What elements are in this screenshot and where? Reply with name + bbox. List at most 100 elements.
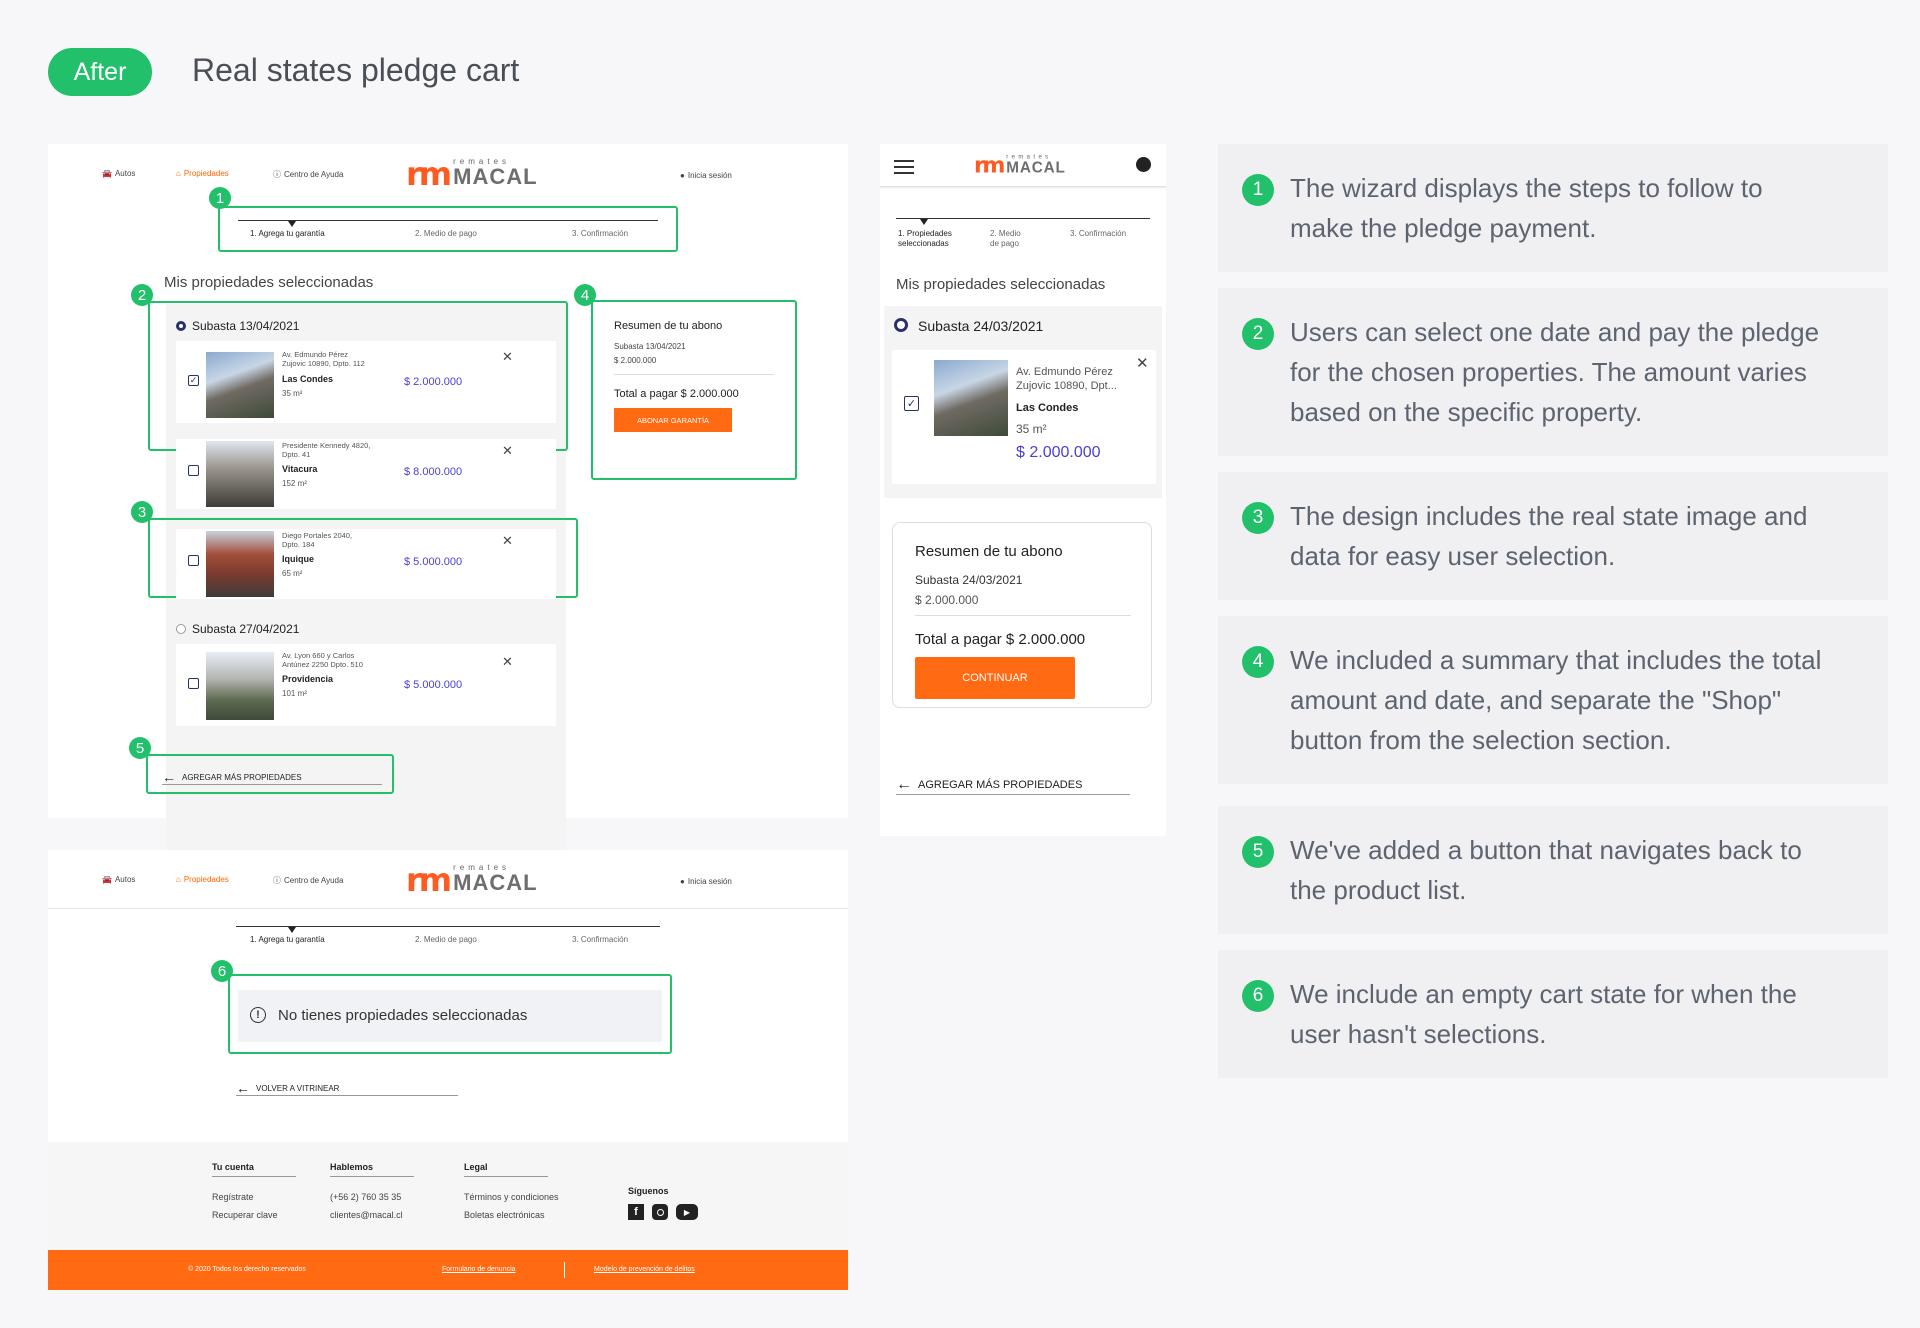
section-title: Mis propiedades seleccionadas xyxy=(164,274,374,291)
logo-mark: rm xyxy=(406,155,452,193)
auction-radio-2[interactable] xyxy=(176,624,186,634)
nav-ayuda[interactable]: ⓘ Centro de Ayuda xyxy=(273,875,343,886)
step-3: 3. Confirmación xyxy=(572,935,629,944)
note-line: The wizard displays the steps to follow … xyxy=(1290,173,1763,203)
nav-propiedades-label: Propiedades xyxy=(183,875,229,884)
back-to-catalog-link[interactable]: ← VOLVER A VITRINEAR xyxy=(236,1080,339,1096)
footer-divider xyxy=(212,1176,296,1177)
macal-logo[interactable]: rm remates MACAL xyxy=(974,153,1066,179)
logo-mark: rm xyxy=(974,153,1005,179)
note-line: amount and date, and separate the "Shop" xyxy=(1290,685,1782,715)
note-6: 6 We include an empty cart state for whe… xyxy=(1218,950,1888,1078)
property-city: Las Condes xyxy=(1016,402,1079,414)
instagram-icon[interactable] xyxy=(652,1204,668,1220)
nav-autos[interactable]: 🚘 Autos xyxy=(102,875,135,884)
auction-radio-1[interactable] xyxy=(176,321,186,331)
step-2-line-1: 2. Medio xyxy=(990,229,1021,238)
facebook-icon[interactable]: f xyxy=(628,1204,644,1220)
nav-propiedades[interactable]: ⌂ Propiedades xyxy=(176,875,229,884)
property-card-1: ✓ Av. Edmundo Pérez Zujovic 10890, Dpto.… xyxy=(176,341,556,423)
note-5: 5 We've added a button that navigates ba… xyxy=(1218,806,1888,934)
footer-recover-link[interactable]: Recuperar clave xyxy=(212,1210,278,1220)
macal-logo[interactable]: rm remates MACAL xyxy=(406,155,538,193)
crime-prevention-link[interactable]: Modelo de prevención de delitos xyxy=(594,1266,695,1273)
continue-button[interactable]: CONTINUAR xyxy=(915,657,1075,699)
summary-title: Resumen de tu abono xyxy=(915,543,1063,560)
note-badge-6: 6 xyxy=(1242,980,1274,1012)
annotation-badge-6: 6 xyxy=(211,960,233,982)
footer-phone[interactable]: (+56 2) 760 35 35 xyxy=(330,1192,401,1202)
property-checkbox-4[interactable] xyxy=(188,678,199,689)
note-3: 3 The design includes the real state ima… xyxy=(1218,472,1888,600)
property-area-2: 152 m² xyxy=(282,479,307,488)
footer-email[interactable]: clientes@macal.cl xyxy=(330,1210,403,1220)
summary-card: Resumen de tu abono Subasta 13/04/2021 $… xyxy=(600,308,790,474)
complaint-form-link[interactable]: Formulario de denuncia xyxy=(442,1266,516,1273)
note-2: 2 Users can select one date and pay the … xyxy=(1218,288,1888,456)
macal-logo[interactable]: rm remates MACAL xyxy=(406,864,538,897)
property-price-4: $ 5.000.000 xyxy=(404,679,463,691)
nav-propiedades[interactable]: ⌂ Propiedades xyxy=(176,169,229,178)
property-checkbox-2[interactable] xyxy=(188,465,199,476)
footer-divider xyxy=(330,1176,414,1177)
youtube-icon[interactable]: ▶ xyxy=(676,1204,698,1220)
footer-invoices-link[interactable]: Boletas electrónicas xyxy=(464,1210,545,1220)
house-icon: ⌂ xyxy=(176,169,181,178)
wizard-line xyxy=(238,220,658,221)
site-footer: Tu cuenta Regístrate Recuperar clave Hab… xyxy=(48,1142,848,1250)
note-badge-1: 1 xyxy=(1242,174,1274,206)
property-address-4b: Antúnez 2250 Dpto. 510 xyxy=(282,660,363,669)
arrow-left-icon: ← xyxy=(162,769,176,785)
property-checkbox-3[interactable] xyxy=(188,555,199,566)
property-checkbox[interactable]: ✓ xyxy=(904,396,919,411)
summary-title: Resumen de tu abono xyxy=(614,320,723,332)
property-checkbox-1[interactable]: ✓ xyxy=(188,375,199,386)
property-address-b: Zujovic 10890, Dpt... xyxy=(1016,380,1117,392)
step-1-line-1: 1. Propiedades xyxy=(898,229,952,238)
user-icon: ● xyxy=(680,171,685,180)
nav-autos[interactable]: 🚘 Autos xyxy=(102,169,135,178)
pay-pledge-button[interactable]: ABONAR GARANTÍA xyxy=(614,408,732,432)
footer-bottom-bar: © 2020 Todos los derecho reservados Form… xyxy=(48,1250,848,1290)
nav-autos-label: Autos xyxy=(114,875,136,884)
car-icon: 🚘 xyxy=(102,169,112,178)
nav-ayuda[interactable]: ⓘ Centro de Ayuda xyxy=(273,169,343,180)
property-area-1: 35 m² xyxy=(282,389,303,398)
auction-radio[interactable] xyxy=(894,318,908,332)
login-link[interactable]: ● Inicia sesión xyxy=(680,877,732,886)
login-link[interactable]: ● Inicia sesión xyxy=(680,171,732,180)
close-icon[interactable]: ✕ xyxy=(502,654,513,670)
auction-label-1: Subasta 13/04/2021 xyxy=(192,319,300,333)
arrow-left-icon: ← xyxy=(236,1080,250,1096)
note-line: We include an empty cart state for when … xyxy=(1290,979,1797,1009)
property-image xyxy=(934,360,1008,436)
wizard-line xyxy=(896,218,1150,219)
close-icon[interactable]: ✕ xyxy=(502,349,513,365)
step-2: 2. Medio de pago xyxy=(415,229,477,238)
nav-ayuda-label: Centro de Ayuda xyxy=(284,876,344,885)
add-more-properties-link[interactable]: ← AGREGAR MÁS PROPIEDADES xyxy=(896,776,1082,794)
close-icon[interactable]: ✕ xyxy=(502,443,513,459)
summary-total: Total a pagar $ 2.000.000 xyxy=(915,631,1086,648)
step-1-line-2: seleccionadas xyxy=(898,238,949,248)
note-badge-4: 4 xyxy=(1242,646,1274,678)
close-icon[interactable]: ✕ xyxy=(502,533,513,549)
desktop-cart-panel: 🚘 Autos ⌂ Propiedades ⓘ Centro de Ayuda rm … xyxy=(48,144,848,886)
user-icon[interactable] xyxy=(1136,157,1151,172)
property-image-4 xyxy=(206,652,274,720)
property-area-4: 101 m² xyxy=(282,689,307,698)
note-4: 4 We included a summary that includes th… xyxy=(1218,616,1888,784)
alert-icon: ! xyxy=(250,1007,266,1023)
menu-icon[interactable] xyxy=(894,160,914,174)
footer-register-link[interactable]: Regístrate xyxy=(212,1192,254,1202)
footer-divider xyxy=(464,1176,548,1177)
summary-divider xyxy=(915,615,1131,616)
note-text-2: Users can select one date and pay the pl… xyxy=(1290,312,1819,432)
copyright-label: 2020 Todos los derecho reservados xyxy=(195,1266,306,1273)
footer-terms-link[interactable]: Términos y condiciones xyxy=(464,1192,559,1202)
close-icon[interactable]: ✕ xyxy=(1136,354,1149,372)
logo-big: MACAL xyxy=(453,164,538,189)
add-more-properties-link[interactable]: ← AGREGAR MÁS PROPIEDADES xyxy=(162,769,302,785)
note-line: data for easy user selection. xyxy=(1290,541,1616,571)
summary-auction: Subasta 24/03/2021 xyxy=(915,573,1023,587)
